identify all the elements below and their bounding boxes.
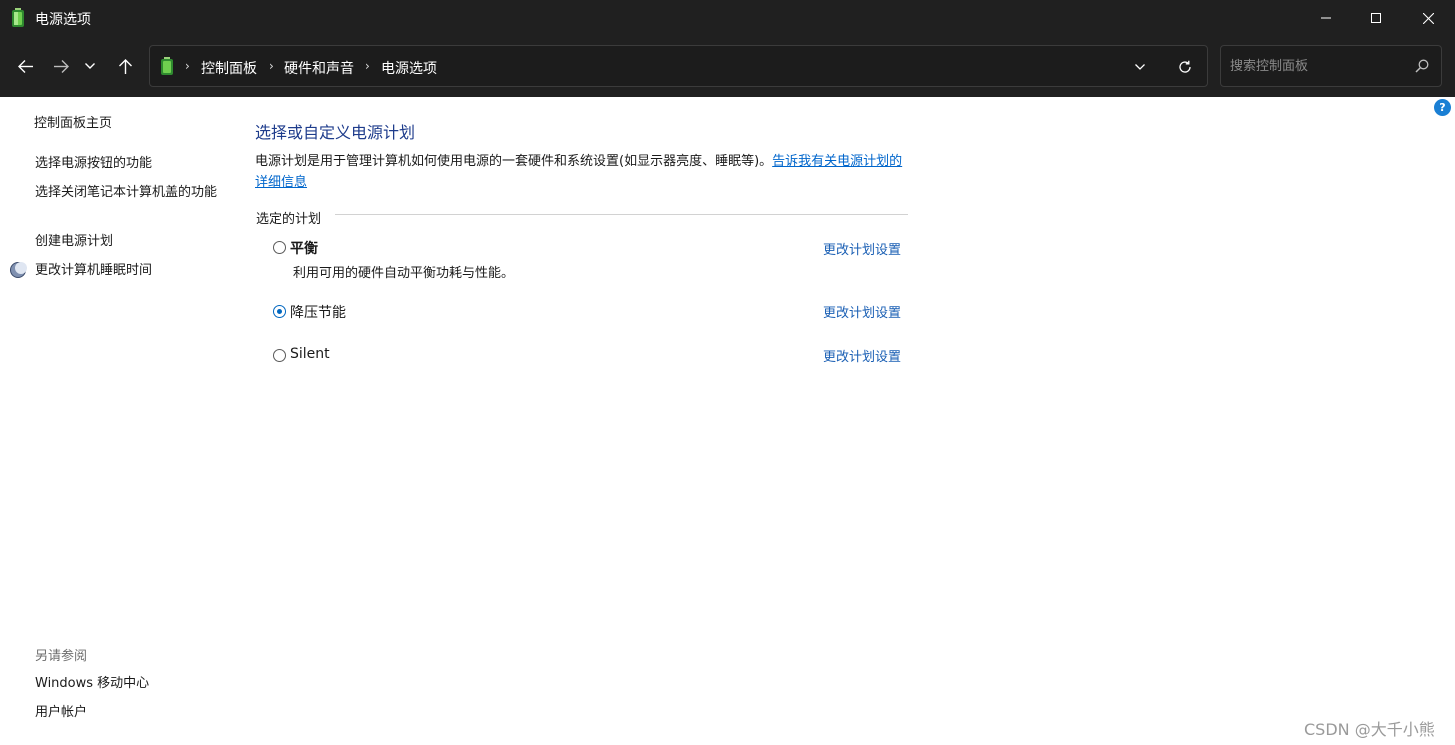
close-icon (1422, 12, 1434, 24)
change-plan-settings-link[interactable]: 更改计划设置 (823, 346, 901, 365)
breadcrumb-hardware-sound[interactable]: 硬件和声音 (284, 58, 354, 78)
section-label: 选定的计划 (256, 208, 330, 227)
back-button[interactable] (11, 53, 39, 79)
title-bar: 电源选项 (0, 0, 1455, 36)
minimize-icon (1321, 17, 1331, 19)
forward-button[interactable] (47, 53, 75, 79)
sidebar: 控制面板主页 选择电源按钮的功能 选择关闭笔记本计算机盖的功能 创建电源计划 更… (0, 97, 235, 745)
sidebar-item-create-plan[interactable]: 创建电源计划 (35, 232, 113, 252)
navigation-bar: › 控制面板 › 硬件和声音 › 电源选项 (0, 36, 1455, 97)
chevron-right-icon: › (185, 59, 190, 73)
plan-name[interactable]: 平衡 (290, 238, 318, 258)
plan-description: 利用可用的硬件自动平衡功耗与性能。 (293, 266, 515, 281)
page-title: 选择或自定义电源计划 (255, 123, 416, 142)
sidebar-item-sleep-time[interactable]: 更改计算机睡眠时间 (35, 261, 152, 281)
chevron-right-icon[interactable]: › (365, 59, 370, 73)
description-text: 电源计划是用于管理计算机如何使用电源的一套硬件和系统设置(如显示器亮度、睡眠等)… (255, 154, 773, 169)
search-input[interactable] (1230, 56, 1410, 76)
refresh-button[interactable] (1172, 56, 1198, 78)
see-also-heading: 另请参阅 (35, 649, 88, 664)
watermark: CSDN @大千小熊 (1304, 720, 1435, 739)
battery-icon (161, 57, 173, 75)
plan-name[interactable]: Silent (290, 346, 330, 362)
up-button[interactable] (111, 53, 139, 79)
plan-radio-silent[interactable] (273, 349, 286, 362)
sidebar-item-user-accounts[interactable]: 用户帐户 (35, 703, 87, 723)
page-description: 电源计划是用于管理计算机如何使用电源的一套硬件和系统设置(如显示器亮度、睡眠等)… (255, 151, 915, 193)
change-plan-settings-link[interactable]: 更改计划设置 (823, 302, 901, 321)
close-button[interactable] (1403, 0, 1453, 36)
chevron-right-icon[interactable]: › (269, 59, 274, 73)
search-box[interactable] (1220, 45, 1442, 87)
battery-icon (12, 8, 24, 27)
help-icon[interactable]: ? (1434, 99, 1451, 116)
address-bar[interactable]: › 控制面板 › 硬件和声音 › 电源选项 (149, 45, 1208, 87)
sidebar-home-link[interactable]: 控制面板主页 (34, 114, 112, 134)
breadcrumb-control-panel[interactable]: 控制面板 (201, 58, 257, 78)
address-dropdown-button[interactable] (1127, 56, 1153, 78)
window-title: 电源选项 (35, 12, 91, 28)
maximize-button[interactable] (1351, 0, 1401, 36)
arrow-up-icon (118, 58, 132, 74)
change-plan-settings-link[interactable]: 更改计划设置 (823, 239, 901, 258)
recent-locations-button[interactable] (79, 53, 101, 79)
plan-name[interactable]: 降压节能 (290, 302, 346, 322)
arrow-left-icon (17, 59, 33, 73)
refresh-icon (1179, 60, 1191, 73)
chevron-down-icon (1135, 64, 1145, 70)
minimize-button[interactable] (1301, 0, 1351, 36)
sidebar-item-mobility-center[interactable]: Windows 移动中心 (35, 674, 149, 694)
section-divider (335, 214, 908, 215)
plan-radio-balanced[interactable] (273, 241, 286, 254)
sidebar-item-lid-close[interactable]: 选择关闭笔记本计算机盖的功能 (35, 183, 225, 203)
sidebar-item-power-buttons[interactable]: 选择电源按钮的功能 (35, 154, 152, 174)
plan-radio-power-saver[interactable] (273, 305, 286, 318)
chevron-down-icon (85, 63, 95, 69)
moon-icon (10, 262, 27, 278)
maximize-icon (1371, 13, 1381, 23)
breadcrumb-power-options[interactable]: 电源选项 (381, 58, 437, 78)
search-icon[interactable] (1414, 58, 1430, 74)
arrow-right-icon (53, 59, 69, 73)
